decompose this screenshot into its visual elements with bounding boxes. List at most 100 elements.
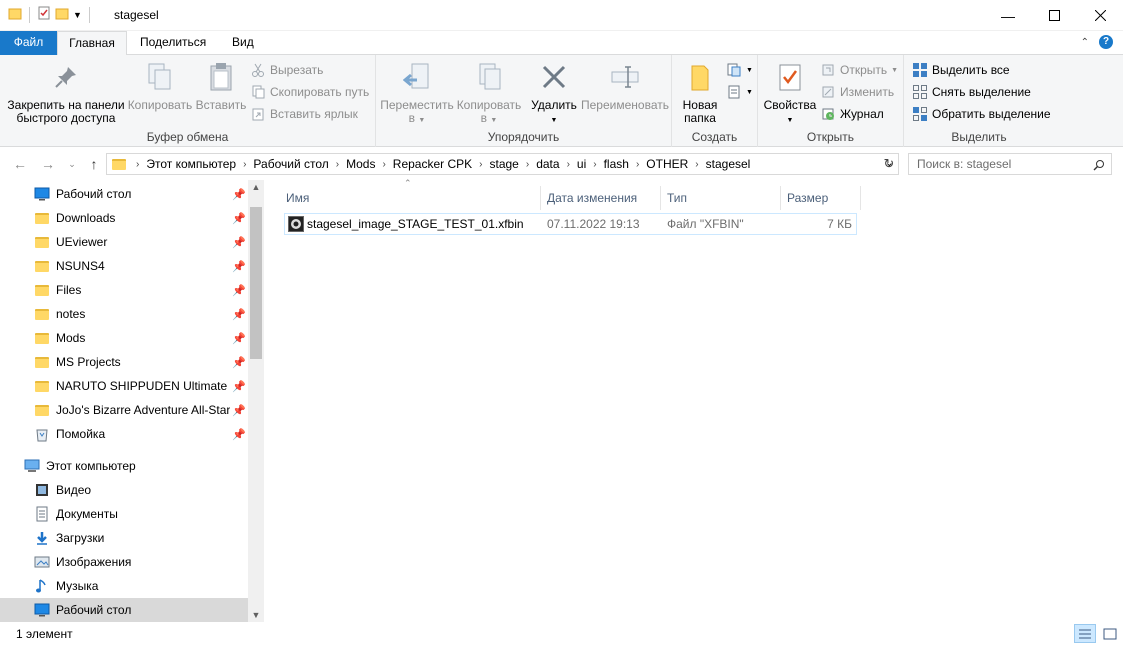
organize-group: Переместить в ▼ Копировать в ▼ Удалить ▼…: [376, 55, 672, 147]
minimize-icon[interactable]: —: [985, 0, 1031, 31]
nav-item-jojo[interactable]: JoJo's Bizarre Adventure All-Star B 📌: [0, 398, 248, 422]
new-item-button[interactable]: ▼: [726, 59, 753, 81]
tab-view[interactable]: Вид: [220, 31, 266, 55]
nav-item-files[interactable]: Files 📌: [0, 278, 248, 302]
nav-item-nsuns4[interactable]: NSUNS4 📌: [0, 254, 248, 278]
move-to-icon: [401, 61, 433, 93]
edit-button[interactable]: Изменить: [820, 81, 894, 103]
nav-item-video[interactable]: Видео: [0, 478, 248, 502]
move-to-button[interactable]: Переместить в ▼: [380, 61, 454, 127]
pin-icon[interactable]: 📌: [230, 332, 248, 345]
maximize-icon[interactable]: [1031, 0, 1077, 31]
new-folder-qat-icon[interactable]: [55, 6, 69, 23]
easy-access-button[interactable]: ▼: [726, 81, 753, 103]
crumb-stagesel[interactable]: stagesel: [701, 157, 756, 171]
new-folder-button[interactable]: Новая папка: [678, 61, 722, 125]
quick-access-toolbar: ▼: [8, 6, 93, 23]
nav-item-desktop-pc[interactable]: Рабочий стол: [0, 598, 248, 622]
cut-button[interactable]: Вырезать: [250, 59, 323, 81]
invert-selection-button[interactable]: Обратить выделение: [912, 103, 1051, 125]
pin-icon[interactable]: 📌: [230, 404, 248, 417]
nav-item-recycle-bin[interactable]: Помойка 📌: [0, 422, 248, 446]
close-icon[interactable]: [1077, 0, 1123, 31]
tab-file[interactable]: Файл: [0, 31, 57, 55]
delete-button[interactable]: Удалить ▼: [528, 61, 580, 127]
pin-icon[interactable]: 📌: [230, 260, 248, 273]
crumb-desktop[interactable]: Рабочий стол: [248, 157, 333, 171]
large-icons-view-icon[interactable]: [1100, 624, 1120, 643]
column-header-name[interactable]: Имя: [280, 186, 541, 210]
scrollbar-thumb[interactable]: [250, 207, 262, 359]
paste-button[interactable]: Вставить: [194, 61, 248, 112]
refresh-icon[interactable]: ↻: [879, 154, 899, 174]
column-header-size[interactable]: Размер: [781, 186, 861, 210]
crumb-this-pc[interactable]: Этот компьютер: [141, 157, 241, 171]
scroll-down-icon[interactable]: ▼: [248, 610, 264, 620]
properties-qat-icon[interactable]: [37, 6, 51, 23]
nav-item-music[interactable]: Музыка: [0, 574, 248, 598]
nav-item-pictures[interactable]: Изображения: [0, 550, 248, 574]
pin-icon[interactable]: 📌: [230, 212, 248, 225]
up-arrow-icon[interactable]: ↑: [84, 154, 104, 174]
pin-icon[interactable]: 📌: [230, 308, 248, 321]
pin-icon[interactable]: 📌: [230, 188, 248, 201]
nav-item-naruto[interactable]: NARUTO SHIPPUDEN Ultimate Nin 📌: [0, 374, 248, 398]
pin-icon[interactable]: 📌: [230, 356, 248, 369]
computer-icon: [24, 458, 40, 474]
select-all-button[interactable]: Выделить все: [912, 59, 1010, 81]
crumb-data[interactable]: data: [531, 157, 564, 171]
collapse-ribbon-icon[interactable]: ⌃: [1081, 37, 1089, 48]
folder-icon: [8, 6, 22, 23]
recent-locations-icon[interactable]: ⌄: [62, 154, 82, 174]
copy-path-button[interactable]: Скопировать путь: [250, 81, 369, 103]
pin-icon[interactable]: 📌: [230, 428, 248, 441]
nav-item-ueviewer[interactable]: UEviewer 📌: [0, 230, 248, 254]
crumb-flash[interactable]: flash: [599, 157, 634, 171]
nav-item-this-pc[interactable]: Этот компьютер: [0, 454, 248, 478]
file-row[interactable]: stagesel_image_STAGE_TEST_01.xfbin 07.11…: [284, 213, 857, 235]
folder-icon: [34, 258, 50, 274]
nav-item-ms-projects[interactable]: MS Projects 📌: [0, 350, 248, 374]
help-icon[interactable]: ?: [1099, 35, 1113, 49]
address-bar[interactable]: › Этот компьютер › Рабочий стол › Mods ›…: [106, 153, 899, 175]
pin-icon[interactable]: 📌: [230, 380, 248, 393]
pin-icon[interactable]: 📌: [230, 236, 248, 249]
folder-icon: [34, 210, 50, 226]
nav-item-downloads[interactable]: Downloads 📌: [0, 206, 248, 230]
crumb-stage[interactable]: stage: [485, 157, 524, 171]
column-header-date[interactable]: Дата изменения: [541, 186, 661, 210]
back-arrow-icon[interactable]: ←: [10, 154, 30, 174]
copy-button[interactable]: Копировать: [126, 61, 194, 112]
column-header-type[interactable]: Тип: [661, 186, 781, 210]
open-button[interactable]: Открыть ▼: [820, 59, 898, 81]
history-icon: [820, 106, 836, 122]
properties-button[interactable]: Свойства ▼: [762, 61, 818, 127]
crumb-ui[interactable]: ui: [572, 157, 591, 171]
properties-icon: [774, 61, 806, 93]
pin-quick-access-button[interactable]: Закрепить на панели быстрого доступа: [6, 61, 126, 125]
select-none-button[interactable]: Снять выделение: [912, 81, 1031, 103]
new-group-label: Создать: [691, 130, 738, 144]
nav-item-downloads-pc[interactable]: Загрузки: [0, 526, 248, 550]
crumb-mods[interactable]: Mods: [341, 157, 380, 171]
nav-item-notes[interactable]: notes 📌: [0, 302, 248, 326]
qat-dropdown-icon[interactable]: ▼: [73, 10, 82, 20]
scroll-up-icon[interactable]: ▲: [248, 182, 264, 192]
pin-icon[interactable]: 📌: [230, 284, 248, 297]
copy-to-button[interactable]: Копировать в ▼: [454, 61, 524, 127]
crumb-other[interactable]: OTHER: [641, 157, 693, 171]
tab-share[interactable]: Поделиться: [128, 31, 218, 55]
nav-item-documents[interactable]: Документы: [0, 502, 248, 526]
details-view-icon[interactable]: [1074, 624, 1096, 643]
paste-shortcut-button[interactable]: Вставить ярлык: [250, 103, 358, 125]
search-input[interactable]: Поиск в: stagesel: [908, 153, 1112, 175]
history-button[interactable]: Журнал: [820, 103, 884, 125]
tab-home[interactable]: Главная: [57, 31, 127, 56]
paste-shortcut-icon: [250, 106, 266, 122]
nav-item-mods[interactable]: Mods 📌: [0, 326, 248, 350]
nav-item-desktop-pinned[interactable]: Рабочий стол 📌: [0, 182, 248, 206]
forward-arrow-icon[interactable]: →: [38, 154, 58, 174]
nav-scrollbar[interactable]: ▲ ▼: [248, 180, 264, 622]
crumb-repacker-cpk[interactable]: Repacker CPK: [388, 157, 477, 171]
rename-button[interactable]: Переименовать: [580, 61, 670, 112]
